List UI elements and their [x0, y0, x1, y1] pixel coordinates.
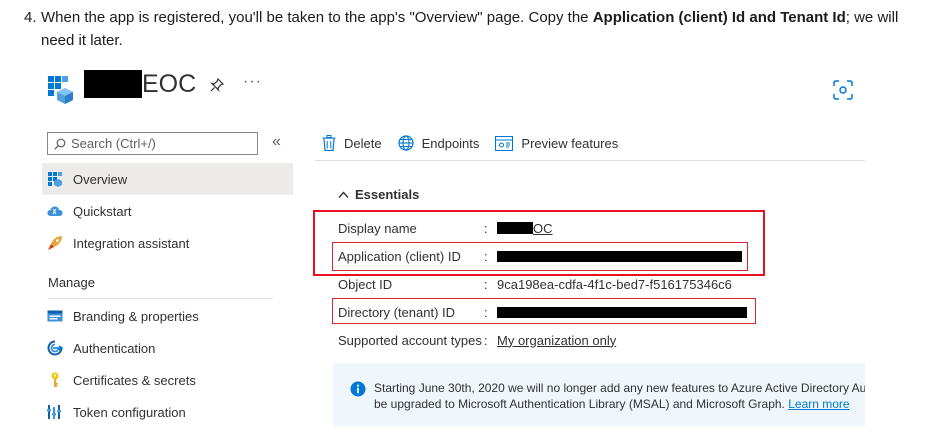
- branding-icon: [46, 307, 64, 325]
- sidebar-item-label: Authentication: [73, 340, 156, 356]
- collapse-sidebar-icon[interactable]: «: [272, 133, 281, 151]
- learn-more-link[interactable]: Learn more: [788, 397, 849, 411]
- page-title: EOC: [142, 70, 197, 98]
- supported-account-types-row: Supported account types : My organizatio…: [338, 331, 616, 349]
- manage-divider: [48, 298, 273, 299]
- delete-button[interactable]: Delete: [322, 135, 382, 151]
- endpoints-label: Endpoints: [421, 135, 480, 151]
- banner-message: Starting June 30th, 2020 we will no long…: [374, 380, 865, 412]
- sidebar-item-label: Integration assistant: [73, 235, 190, 251]
- sidebar-item-label: Overview: [73, 171, 128, 187]
- search-input[interactable]: Search (Ctrl+/): [47, 132, 258, 155]
- endpoints-button[interactable]: Endpoints: [397, 135, 480, 151]
- sidebar-item-label: Branding & properties: [73, 308, 199, 324]
- step-number: 4.: [24, 9, 37, 26]
- instruction-text-1: When the app is registered, you'll be ta…: [41, 9, 593, 26]
- search-icon: [54, 138, 66, 150]
- sidebar-item-quickstart[interactable]: Quickstart: [42, 195, 293, 227]
- preview-features-button[interactable]: Preview features: [495, 135, 619, 151]
- object-id-value[interactable]: 9ca198ea-cdfa-4f1c-bed7-f516175346c6: [497, 277, 732, 292]
- essentials-toggle[interactable]: Essentials: [338, 187, 419, 202]
- key-icon: [46, 371, 64, 389]
- redacted-app-name: [84, 70, 142, 98]
- grid-icon: [46, 170, 64, 188]
- supported-account-types-link[interactable]: My organization only: [497, 333, 616, 348]
- trash-icon: [322, 135, 336, 151]
- sidebar-item-label: Quickstart: [73, 203, 132, 219]
- object-id-row: Object ID : 9ca198ea-cdfa-4f1c-bed7-f516…: [338, 275, 732, 293]
- instruction-step: 4. When the app is registered, you'll be…: [24, 6, 914, 52]
- app-registration-icon: [48, 76, 73, 104]
- pin-icon[interactable]: [209, 77, 225, 93]
- banner-line-1: Starting June 30th, 2020 we will no long…: [374, 381, 865, 395]
- sidebar-item-authentication[interactable]: Authentication: [42, 332, 293, 364]
- highlight-box-app-id: [332, 242, 748, 271]
- manage-section-title: Manage: [48, 275, 95, 290]
- globe-icon: [397, 135, 414, 151]
- chevron-up-icon: [338, 190, 349, 198]
- essentials-title: Essentials: [355, 187, 420, 202]
- feedback-scan-icon[interactable]: [831, 78, 855, 102]
- auth-icon: [46, 339, 64, 357]
- preview-features-label: Preview features: [521, 135, 619, 151]
- supported-account-types-label: Supported account types: [338, 332, 482, 348]
- command-bar: Delete Endpoints Preview features: [322, 132, 634, 154]
- adal-deprecation-banner: Starting June 30th, 2020 we will no long…: [333, 363, 865, 426]
- rocket-icon: [46, 234, 64, 252]
- highlight-box-tenant-id: [332, 298, 756, 324]
- instruction-bold: Application (client) Id and Tenant Id: [592, 9, 846, 26]
- banner-line-2: be upgraded to Microsoft Authentication …: [374, 397, 785, 411]
- delete-label: Delete: [344, 135, 382, 151]
- info-icon: [350, 381, 366, 397]
- object-id-label: Object ID: [338, 276, 393, 292]
- colon: :: [484, 332, 488, 348]
- preview-features-icon: [495, 135, 514, 151]
- sidebar-item-label: Certificates & secrets: [73, 372, 196, 388]
- cloud-icon: [46, 202, 64, 220]
- colon: :: [484, 276, 488, 292]
- sidebar-item-integration-assistant[interactable]: Integration assistant: [42, 227, 293, 259]
- sidebar-item-label: Token configuration: [73, 404, 186, 420]
- search-placeholder: Search (Ctrl+/): [71, 136, 156, 151]
- toolbar-divider: [315, 160, 865, 161]
- sidebar-item-branding[interactable]: Branding & properties: [42, 300, 293, 332]
- sidebar-item-token-configuration[interactable]: Token configuration: [42, 396, 293, 428]
- more-options-icon[interactable]: ···: [243, 73, 262, 91]
- token-icon: [46, 403, 64, 421]
- sidebar-item-certificates-secrets[interactable]: Certificates & secrets: [42, 364, 293, 396]
- sidebar-item-overview[interactable]: Overview: [42, 163, 293, 195]
